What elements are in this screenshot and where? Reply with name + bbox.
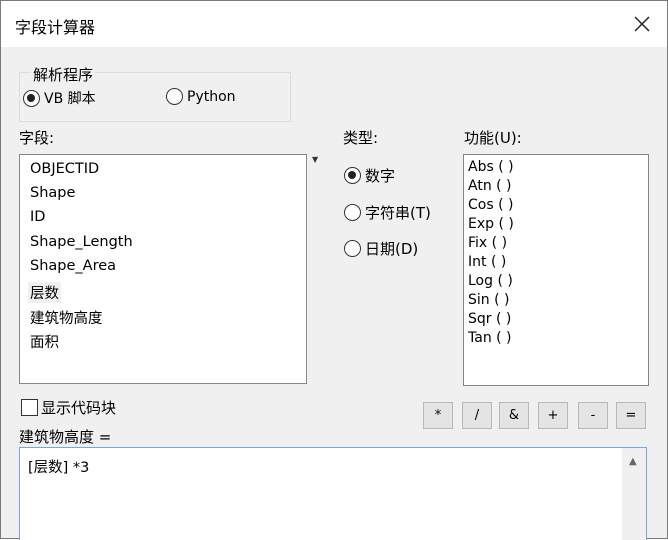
- checkbox-unchecked-icon: [21, 399, 38, 416]
- radio-checked-icon: [23, 89, 40, 107]
- field-item-selected[interactable]: 层数: [28, 282, 61, 303]
- type-string-radio[interactable]: 字符串(T): [344, 202, 431, 223]
- scroll-up-arrow-icon[interactable]: ▲: [629, 456, 637, 467]
- radio-unchecked-icon: [166, 88, 183, 105]
- type-label: 类型:: [343, 129, 379, 147]
- function-item[interactable]: Fix ( ): [468, 234, 507, 252]
- radio-checked-icon: [344, 167, 361, 184]
- equals-button[interactable]: =: [616, 402, 646, 429]
- type-string-label: 字符串(T): [365, 204, 431, 222]
- multiply-button[interactable]: *: [423, 402, 453, 429]
- function-item[interactable]: Cos ( ): [468, 196, 513, 214]
- parser-vbscript-radio[interactable]: VB 脚本: [23, 88, 96, 108]
- expression-value[interactable]: [层数] *3: [28, 456, 89, 477]
- type-number-radio[interactable]: 数字: [344, 165, 395, 186]
- parser-python-label: Python: [187, 88, 236, 105]
- close-icon[interactable]: [631, 13, 653, 35]
- type-date-label: 日期(D): [365, 240, 419, 258]
- function-item[interactable]: Atn ( ): [468, 177, 512, 195]
- divide-button[interactable]: /: [462, 402, 492, 429]
- function-item[interactable]: Log ( ): [468, 272, 513, 290]
- concat-button[interactable]: &: [499, 402, 529, 429]
- fields-sort-arrow-icon[interactable]: ▼: [312, 155, 318, 164]
- function-item[interactable]: Int ( ): [468, 253, 506, 271]
- type-number-label: 数字: [365, 167, 396, 185]
- function-item[interactable]: Exp ( ): [468, 215, 514, 233]
- fields-list[interactable]: OBJECTID Shape ID Shape_Length Shape_Are…: [19, 154, 307, 384]
- parser-legend: 解析程序: [31, 64, 96, 85]
- parser-python-radio[interactable]: Python: [166, 88, 236, 105]
- radio-unchecked-icon: [344, 240, 361, 257]
- subtract-button[interactable]: -: [578, 402, 608, 429]
- field-item[interactable]: ID: [30, 209, 45, 225]
- expression-scrollbar[interactable]: ▲: [622, 448, 646, 540]
- function-item[interactable]: Sqr ( ): [468, 310, 511, 328]
- title-bar: 字段计算器: [1, 1, 667, 47]
- radio-unchecked-icon: [344, 204, 361, 221]
- field-item[interactable]: Shape_Area: [30, 258, 116, 274]
- fields-label: 字段:: [19, 129, 55, 147]
- field-item[interactable]: 建筑物高度: [30, 307, 103, 328]
- function-item[interactable]: Sin ( ): [468, 291, 509, 309]
- function-item[interactable]: Tan ( ): [468, 329, 512, 347]
- show-codeblock-checkbox[interactable]: 显示代码块: [21, 397, 116, 418]
- field-item[interactable]: 面积: [30, 331, 59, 352]
- add-button[interactable]: +: [538, 402, 568, 429]
- field-item[interactable]: Shape: [30, 185, 75, 201]
- show-codeblock-label: 显示代码块: [41, 399, 117, 417]
- expression-textarea[interactable]: [层数] *3 ▲: [19, 447, 647, 540]
- field-item[interactable]: OBJECTID: [30, 161, 99, 177]
- field-calculator-dialog: 字段计算器 解析程序 VB 脚本 Python 字段: OBJECTID Sha…: [0, 0, 668, 540]
- field-item[interactable]: Shape_Length: [30, 234, 133, 250]
- parser-vbscript-label: VB 脚本: [44, 91, 96, 107]
- type-date-radio[interactable]: 日期(D): [344, 238, 418, 259]
- functions-label: 功能(U):: [464, 129, 522, 147]
- window-title: 字段计算器: [15, 18, 96, 37]
- expression-target-label: 建筑物高度 =: [19, 428, 112, 446]
- function-item[interactable]: Abs ( ): [468, 158, 514, 176]
- functions-list[interactable]: Abs ( ) Atn ( ) Cos ( ) Exp ( ) Fix ( ) …: [463, 154, 649, 386]
